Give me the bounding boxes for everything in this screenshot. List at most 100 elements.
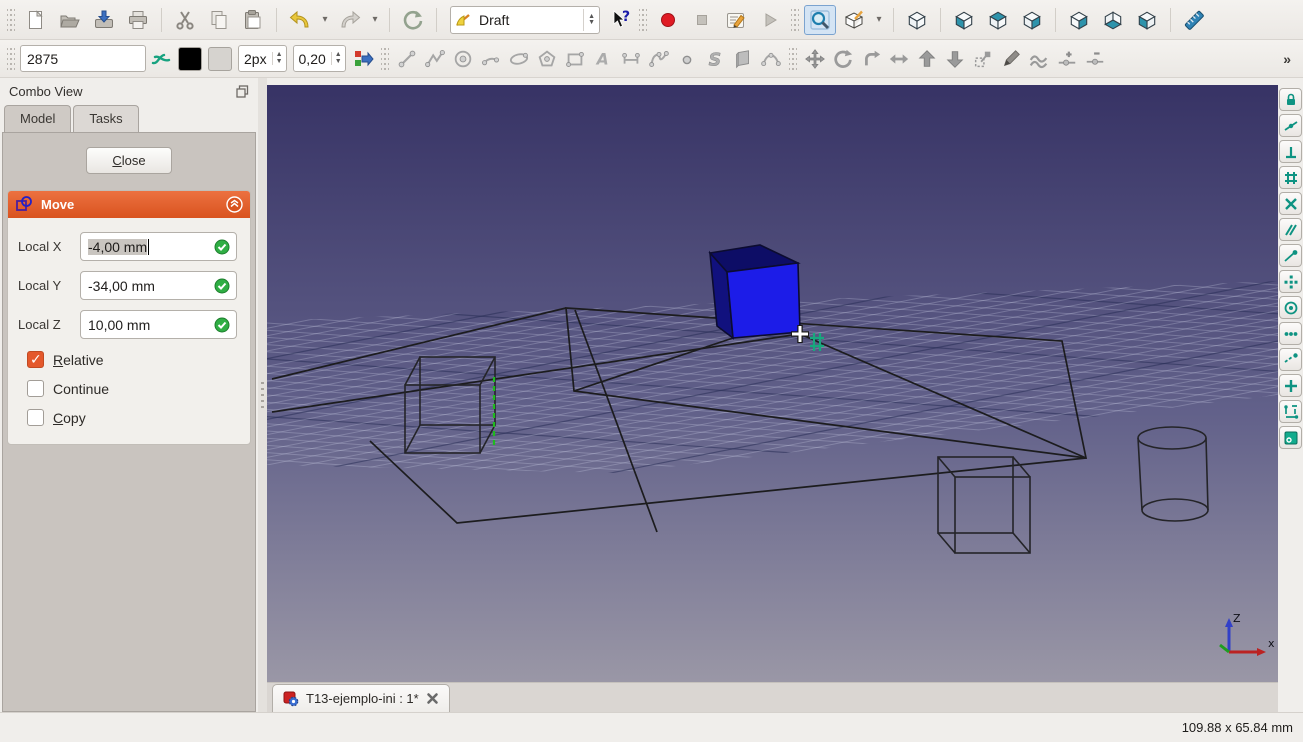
whats-this-button[interactable]: ? [608,6,634,34]
macro-record-button[interactable] [652,5,684,35]
draft-arc-button[interactable] [478,45,504,73]
macro-play-button[interactable] [754,5,786,35]
relative-checkbox[interactable] [27,351,44,368]
close-tab-icon[interactable] [426,692,439,705]
draft-ellipse-button[interactable] [506,45,532,73]
view-axonometric-button[interactable] [901,5,933,35]
draft-edit-button[interactable] [998,45,1024,73]
macro-stop-button[interactable] [686,5,718,35]
draft-polygon-button[interactable] [534,45,560,73]
draft-downgrade-button[interactable] [942,45,968,73]
workbench-selector[interactable]: Draft ▲ ▼ [450,5,600,34]
draft-text-button[interactable]: A [590,45,616,73]
view-rear-button[interactable] [1063,5,1095,35]
toolbar-handle[interactable] [791,8,799,31]
view-top-button[interactable] [982,5,1014,35]
refresh-button[interactable] [397,5,429,35]
draft-rectangle-button[interactable] [562,45,588,73]
open-document-button[interactable] [54,5,86,35]
cut-button[interactable] [169,5,201,35]
3d-scene[interactable]: Z x [267,85,1278,682]
snap-intersection-button[interactable] [1279,192,1302,215]
view-front-button[interactable] [948,5,980,35]
draft-add-point-button[interactable] [1054,45,1080,73]
copy-checkbox[interactable] [27,409,44,426]
copy-button[interactable] [203,5,235,35]
draft-polyline-button[interactable] [422,45,448,73]
macro-edit-button[interactable] [720,5,752,35]
draft-remove-point-button[interactable] [1082,45,1108,73]
snap-near-button[interactable] [1279,322,1302,345]
line-width-spinbox[interactable]: 2px ▲ ▼ [238,45,287,72]
view-right-button[interactable] [1016,5,1048,35]
draft-circle-button[interactable] [450,45,476,73]
close-task-button[interactable]: Close [86,147,172,174]
save-document-button[interactable] [88,5,120,35]
local-z-input[interactable]: 10,00 mm [80,310,237,339]
document-tab[interactable]: T13-ejemplo-ini : 1* [272,684,450,712]
new-document-button[interactable] [20,5,52,35]
draft-facebinder-button[interactable] [730,45,756,73]
draft-edit-menu-button[interactable]: ▾ [872,5,886,35]
zoom-region-button[interactable] [804,4,836,35]
draft-shapestring-button[interactable]: S [702,45,728,73]
draft-move-button[interactable] [802,45,828,73]
float-panel-icon[interactable] [236,84,249,98]
snap-endpoint-button[interactable] [1279,244,1302,267]
move-task-header[interactable]: Move [8,191,250,218]
draft-scale-button[interactable] [970,45,996,73]
collapse-task-icon[interactable] [226,196,243,213]
snap-perpendicular-button[interactable] [1279,140,1302,163]
snap-special-button[interactable] [1279,270,1302,293]
redo-button[interactable] [334,5,366,35]
text-scale-spinbox[interactable]: 0,20 ▲ ▼ [292,45,346,72]
view-left-button[interactable] [1131,5,1163,35]
tab-tasks[interactable]: Tasks [73,105,139,132]
draft-bezier-button[interactable] [758,45,784,73]
toolbar-handle[interactable] [788,47,797,70]
draft-line-button[interactable] [394,45,420,73]
draft-point-button[interactable] [674,45,700,73]
draft-wire-to-bspline-button[interactable] [1026,45,1052,73]
continue-checkbox[interactable] [27,380,44,397]
snap-lock-button[interactable] [1279,88,1302,111]
3d-view[interactable]: Z x [267,85,1278,682]
snap-extension-button[interactable] [1279,348,1302,371]
snap-center-button[interactable] [1279,296,1302,319]
toolbar-handle[interactable] [639,8,647,31]
print-button[interactable] [122,5,154,35]
redo-menu-button[interactable]: ▾ [368,5,382,35]
draft-rotate-button[interactable] [830,45,856,73]
undo-button[interactable] [284,5,316,35]
draft-dimension-button[interactable] [618,45,644,73]
toolbar-handle[interactable] [380,47,389,70]
apply-style-button[interactable] [350,45,376,73]
toolbar-handle[interactable] [7,47,15,70]
snap-grid-button[interactable] [1279,166,1302,189]
draft-trimex-button[interactable] [886,45,912,73]
measure-distance-button[interactable] [1178,5,1210,35]
workbench-selector-arrows[interactable]: ▲ ▼ [583,8,595,31]
local-y-input[interactable]: -34,00 mm [80,271,237,300]
draft-bspline-button[interactable] [646,45,672,73]
snap-ortho-button[interactable] [1279,374,1302,397]
draft-upgrade-button[interactable] [914,45,940,73]
text-scale-arrows[interactable]: ▲ ▼ [330,51,345,65]
draft-command-input[interactable] [20,45,146,72]
local-x-input[interactable]: -4,00 mm [80,232,237,261]
undo-menu-button[interactable]: ▾ [318,5,332,35]
tab-model[interactable]: Model [4,105,72,132]
blue-cube[interactable] [708,244,801,340]
draft-edit-mode-button[interactable] [838,5,870,35]
panel-splitter[interactable] [258,78,267,712]
snap-midpoint-button[interactable] [1279,114,1302,137]
face-color-button[interactable] [208,46,232,71]
snap-dimensions-button[interactable] [1279,400,1302,423]
draft-offset-button[interactable] [858,45,884,73]
toolbar-handle[interactable] [7,8,15,31]
toggle-construction-mode-button[interactable] [148,45,174,73]
line-color-button[interactable] [178,46,202,71]
line-width-arrows[interactable]: ▲ ▼ [271,51,286,65]
view-bottom-button[interactable] [1097,5,1129,35]
snap-parallel-button[interactable] [1279,218,1302,241]
